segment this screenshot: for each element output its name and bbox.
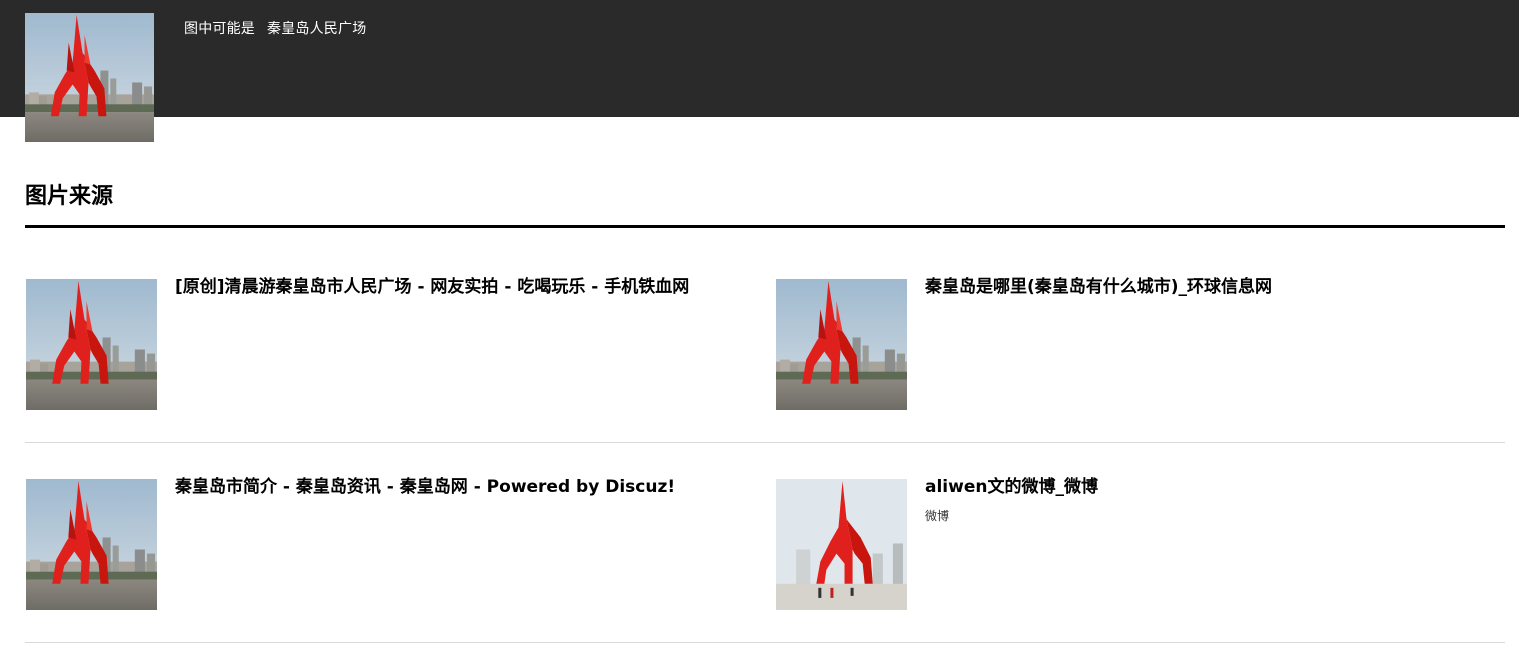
- result-thumbnail[interactable]: [776, 479, 907, 610]
- result-title-link[interactable]: 秦皇岛是哪里(秦皇岛有什么城市)_环球信息网: [925, 277, 1272, 297]
- result-title-link[interactable]: aliwen文的微博_微博: [925, 477, 1098, 497]
- result-title-link[interactable]: 秦皇岛市简介 - 秦皇岛资讯 - 秦皇岛网 - Powered by Discu…: [175, 477, 675, 497]
- section-divider: [25, 225, 1505, 228]
- caption-prefix: 图中可能是: [184, 21, 255, 37]
- row-divider: [25, 442, 1505, 443]
- result-thumbnail[interactable]: [26, 479, 157, 610]
- result-thumbnail[interactable]: [26, 279, 157, 410]
- result-card[interactable]: 秦皇岛市简介 - 秦皇岛资讯 - 秦皇岛网 - Powered by Discu…: [26, 477, 756, 610]
- top-header-bar: 图中可能是 秦皇岛人民广场: [0, 0, 1519, 117]
- section-title: 图片来源: [25, 184, 114, 209]
- query-image-thumbnail[interactable]: [25, 13, 154, 142]
- result-card[interactable]: 秦皇岛是哪里(秦皇岛有什么城市)_环球信息网: [776, 277, 1506, 410]
- caption-subject[interactable]: 秦皇岛人民广场: [267, 21, 366, 37]
- result-card[interactable]: aliwen文的微博_微博 微博: [776, 477, 1506, 610]
- result-card[interactable]: [原创]清晨游秦皇岛市人民广场 - 网友实拍 - 吃喝玩乐 - 手机铁血网: [26, 277, 756, 410]
- row-divider: [25, 642, 1505, 643]
- result-title-link[interactable]: [原创]清晨游秦皇岛市人民广场 - 网友实拍 - 吃喝玩乐 - 手机铁血网: [175, 277, 689, 297]
- result-source-site: 微博: [925, 509, 950, 523]
- image-caption: 图中可能是 秦皇岛人民广场: [184, 18, 366, 38]
- result-thumbnail[interactable]: [776, 279, 907, 410]
